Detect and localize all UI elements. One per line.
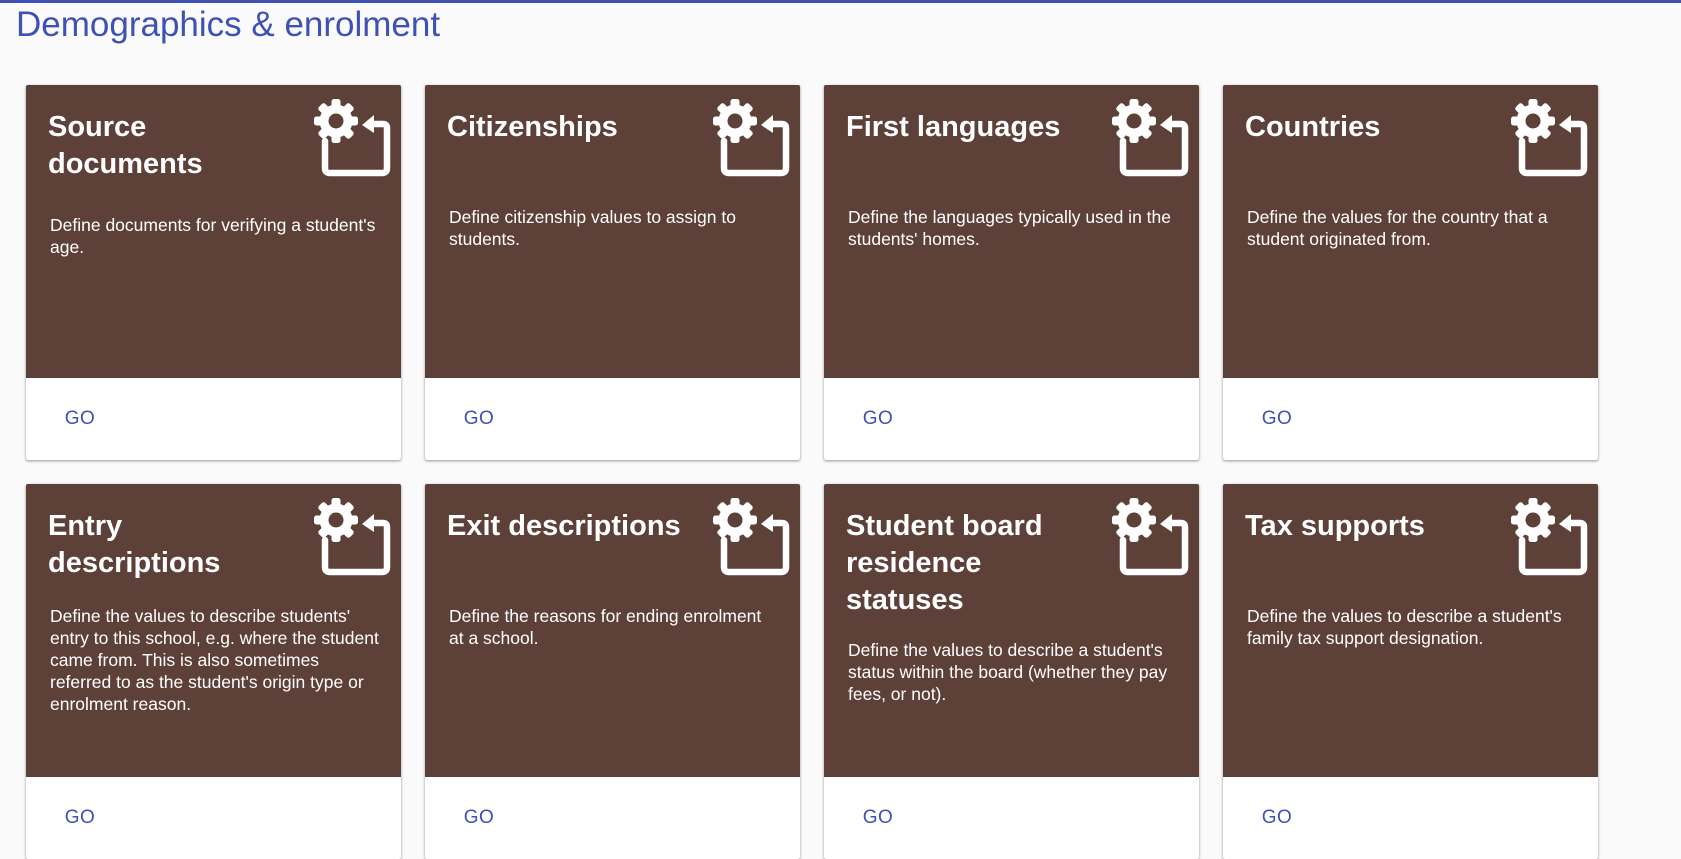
settings-card: Student board residence statuses Define … (824, 484, 1199, 859)
card-title: Citizenships (447, 111, 618, 143)
card-header: Entry descriptions Define the values to … (26, 484, 401, 777)
card-title: Tax supports (1245, 510, 1425, 542)
card-header: Student board residence statuses Define … (824, 484, 1199, 777)
settings-card: Exit descriptions Define the reasons for… (425, 484, 800, 859)
card-actions: GO (824, 378, 1199, 460)
card-header: First languages Define the languages typ… (824, 85, 1199, 378)
settings-card: Entry descriptions Define the values to … (26, 484, 401, 859)
card-title: Exit descriptions (447, 510, 681, 542)
card-description: Define the values to describe a student'… (848, 640, 1168, 704)
settings-card: First languages Define the languages typ… (824, 85, 1199, 460)
card-actions: GO (26, 378, 401, 460)
gear-folder-icon (1112, 498, 1189, 576)
go-button[interactable]: GO (50, 400, 110, 438)
card-title: First languages (846, 111, 1061, 143)
settings-card-grid: Source documents Define documents for ve… (26, 85, 1598, 859)
gear-folder-icon (1511, 99, 1588, 177)
settings-card: Citizenships Define citizenship values t… (425, 85, 800, 460)
card-description: Define citizenship values to assign to s… (449, 207, 736, 249)
card-description: Define the values for the country that a… (1247, 207, 1548, 249)
card-actions: GO (425, 378, 800, 460)
gear-folder-icon (314, 99, 391, 177)
go-button[interactable]: GO (848, 799, 908, 837)
go-button[interactable]: GO (50, 799, 110, 837)
settings-card: Source documents Define documents for ve… (26, 85, 401, 460)
card-description: Define documents for verifying a student… (50, 215, 376, 257)
settings-card: Tax supports Define the values to descri… (1223, 484, 1598, 859)
go-button[interactable]: GO (449, 799, 509, 837)
page-title: Demographics & enrolment (16, 5, 441, 44)
card-description: Define the reasons for ending enrolment … (449, 606, 762, 648)
card-header: Source documents Define documents for ve… (26, 85, 401, 378)
gear-folder-icon (713, 99, 790, 177)
card-description: Define the values to describe students' … (50, 606, 379, 714)
card-actions: GO (26, 777, 401, 859)
card-description: Define the values to describe a student'… (1247, 606, 1562, 648)
card-header: Tax supports Define the values to descri… (1223, 484, 1598, 777)
go-button[interactable]: GO (449, 400, 509, 438)
go-button[interactable]: GO (1247, 400, 1307, 438)
settings-card: Countries Define the values for the coun… (1223, 85, 1598, 460)
card-actions: GO (824, 777, 1199, 859)
card-header: Exit descriptions Define the reasons for… (425, 484, 800, 777)
gear-folder-icon (1112, 99, 1189, 177)
card-title: Student board residence statuses (846, 510, 1043, 616)
card-actions: GO (425, 777, 800, 859)
card-title: Entry descriptions (48, 510, 221, 579)
card-header: Citizenships Define citizenship values t… (425, 85, 800, 378)
card-title: Countries (1245, 111, 1381, 143)
go-button[interactable]: GO (848, 400, 908, 438)
card-actions: GO (1223, 378, 1598, 460)
go-button[interactable]: GO (1247, 799, 1307, 837)
card-actions: GO (1223, 777, 1598, 859)
gear-folder-icon (1511, 498, 1588, 576)
card-title: Source documents (48, 111, 203, 180)
top-accent-bar (0, 0, 1681, 3)
gear-folder-icon (713, 498, 790, 576)
gear-folder-icon (314, 498, 391, 576)
card-header: Countries Define the values for the coun… (1223, 85, 1598, 378)
card-description: Define the languages typically used in t… (848, 207, 1171, 249)
